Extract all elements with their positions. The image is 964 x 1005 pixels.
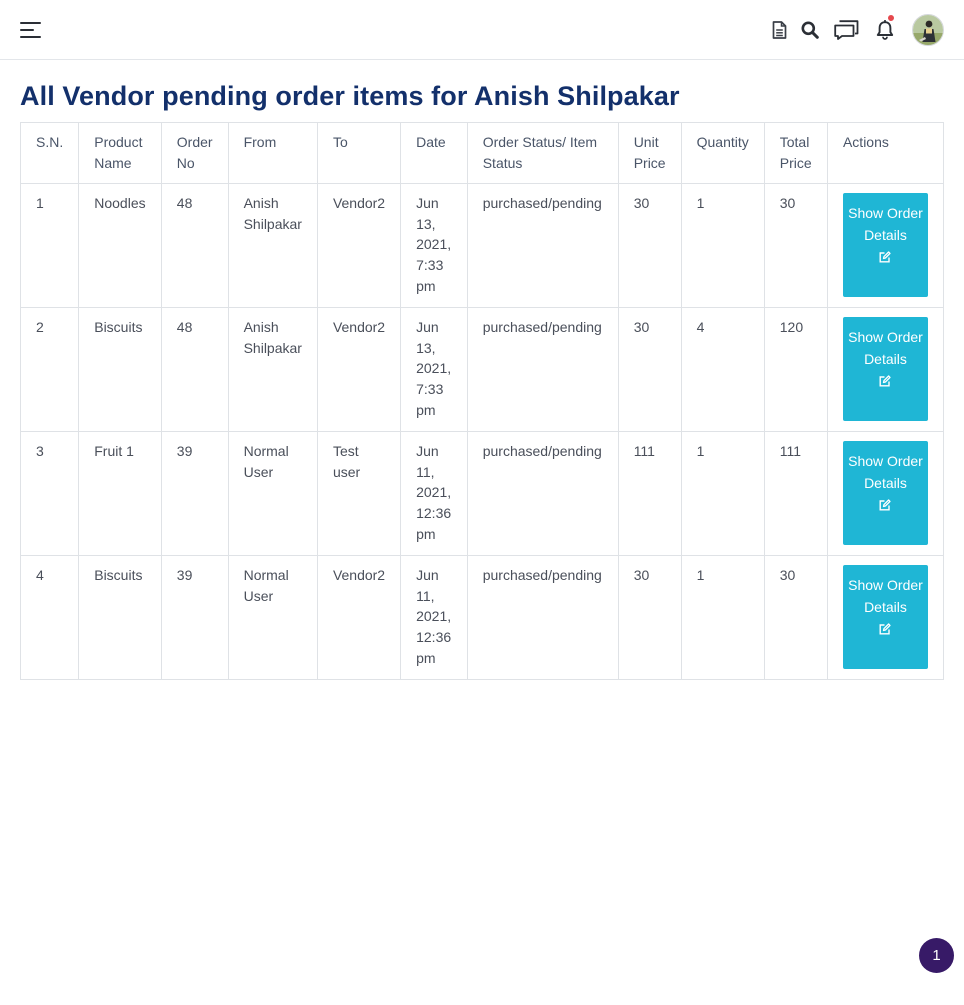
cell-from: Anish Shilpakar <box>227 183 318 309</box>
table-row: 4 Biscuits 39 Normal User Vendor2 Jun 11… <box>19 555 945 681</box>
cell-product-name: Biscuits <box>78 555 162 681</box>
bell-icon[interactable] <box>873 18 897 42</box>
column-header-to: To <box>316 121 402 185</box>
cell-order-no: 48 <box>160 307 229 433</box>
cell-total-price: 30 <box>763 183 828 309</box>
cell-to: Vendor2 <box>316 183 402 309</box>
table-row: 2 Biscuits 48 Anish Shilpakar Vendor2 Ju… <box>19 307 945 433</box>
table-header-row: S.N. Product Name Order No From To Date … <box>19 121 945 185</box>
column-header-total-price: Total Price <box>763 121 828 185</box>
cell-product-name: Biscuits <box>78 307 162 433</box>
column-header-unit-price: Unit Price <box>617 121 682 185</box>
cell-total-price: 120 <box>763 307 828 433</box>
cell-total-price: 30 <box>763 555 828 681</box>
cell-unit-price: 30 <box>617 307 682 433</box>
table-row: 3 Fruit 1 39 Normal User Test user Jun 1… <box>19 431 945 557</box>
chat-icon[interactable] <box>833 18 859 42</box>
table-row: 1 Noodles 48 Anish Shilpakar Vendor2 Jun… <box>19 183 945 309</box>
cell-order-no: 39 <box>160 555 229 681</box>
cell-to: Vendor2 <box>316 307 402 433</box>
document-icon[interactable] <box>767 18 791 42</box>
cell-date: Jun 11, 2021, 12:36 pm <box>400 555 468 681</box>
page-title: All Vendor pending order items for Anish… <box>20 81 680 111</box>
show-order-details-label: Show Order Details <box>848 329 923 367</box>
edit-icon <box>879 620 892 642</box>
cell-total-price: 111 <box>763 431 828 557</box>
cell-date: Jun 13, 2021, 7:33 pm <box>400 307 468 433</box>
cell-from: Normal User <box>227 431 318 557</box>
cell-actions: Show Order Details <box>826 431 945 557</box>
avatar[interactable] <box>912 14 944 46</box>
cell-unit-price: 30 <box>617 183 682 309</box>
cell-order-no: 48 <box>160 183 229 309</box>
edit-icon <box>879 248 892 270</box>
cell-from: Anish Shilpakar <box>227 307 318 433</box>
cell-product-name: Noodles <box>78 183 162 309</box>
cell-product-name: Fruit 1 <box>78 431 162 557</box>
cell-date: Jun 11, 2021, 12:36 pm <box>400 431 468 557</box>
column-header-quantity: Quantity <box>680 121 765 185</box>
cell-quantity: 4 <box>680 307 765 433</box>
cell-quantity: 1 <box>680 555 765 681</box>
cell-date: Jun 13, 2021, 7:33 pm <box>400 183 468 309</box>
cell-status: purchased/pending <box>466 431 619 557</box>
cell-sn: 2 <box>19 307 80 433</box>
cell-sn: 4 <box>19 555 80 681</box>
pending-orders-table: S.N. Product Name Order No From To Date … <box>19 121 945 681</box>
menu-icon[interactable] <box>20 22 41 38</box>
cell-status: purchased/pending <box>466 555 619 681</box>
show-order-details-button[interactable]: Show Order Details <box>842 193 928 298</box>
show-order-details-label: Show Order Details <box>848 577 923 615</box>
cell-unit-price: 111 <box>617 431 682 557</box>
search-icon[interactable] <box>798 18 822 42</box>
show-order-details-button[interactable]: Show Order Details <box>842 317 928 422</box>
show-order-details-button[interactable]: Show Order Details <box>842 565 928 670</box>
page-number-badge[interactable]: 1 <box>919 938 954 973</box>
column-header-product-name: Product Name <box>78 121 162 185</box>
column-header-status: Order Status/ Item Status <box>466 121 619 185</box>
cell-actions: Show Order Details <box>826 183 945 309</box>
show-order-details-label: Show Order Details <box>848 205 923 243</box>
cell-actions: Show Order Details <box>826 555 945 681</box>
column-header-sn: S.N. <box>19 121 80 185</box>
notification-dot <box>888 15 894 21</box>
cell-sn: 3 <box>19 431 80 557</box>
cell-to: Test user <box>316 431 402 557</box>
cell-status: purchased/pending <box>466 307 619 433</box>
column-header-from: From <box>227 121 318 185</box>
cell-from: Normal User <box>227 555 318 681</box>
top-navbar <box>0 0 964 60</box>
cell-quantity: 1 <box>680 183 765 309</box>
column-header-actions: Actions <box>826 121 945 185</box>
cell-order-no: 39 <box>160 431 229 557</box>
column-header-order-no: Order No <box>160 121 229 185</box>
cell-sn: 1 <box>19 183 80 309</box>
edit-icon <box>879 496 892 518</box>
cell-status: purchased/pending <box>466 183 619 309</box>
edit-icon <box>879 372 892 394</box>
column-header-date: Date <box>400 121 468 185</box>
cell-to: Vendor2 <box>316 555 402 681</box>
cell-unit-price: 30 <box>617 555 682 681</box>
cell-actions: Show Order Details <box>826 307 945 433</box>
cell-quantity: 1 <box>680 431 765 557</box>
show-order-details-label: Show Order Details <box>848 453 923 491</box>
show-order-details-button[interactable]: Show Order Details <box>842 441 928 546</box>
